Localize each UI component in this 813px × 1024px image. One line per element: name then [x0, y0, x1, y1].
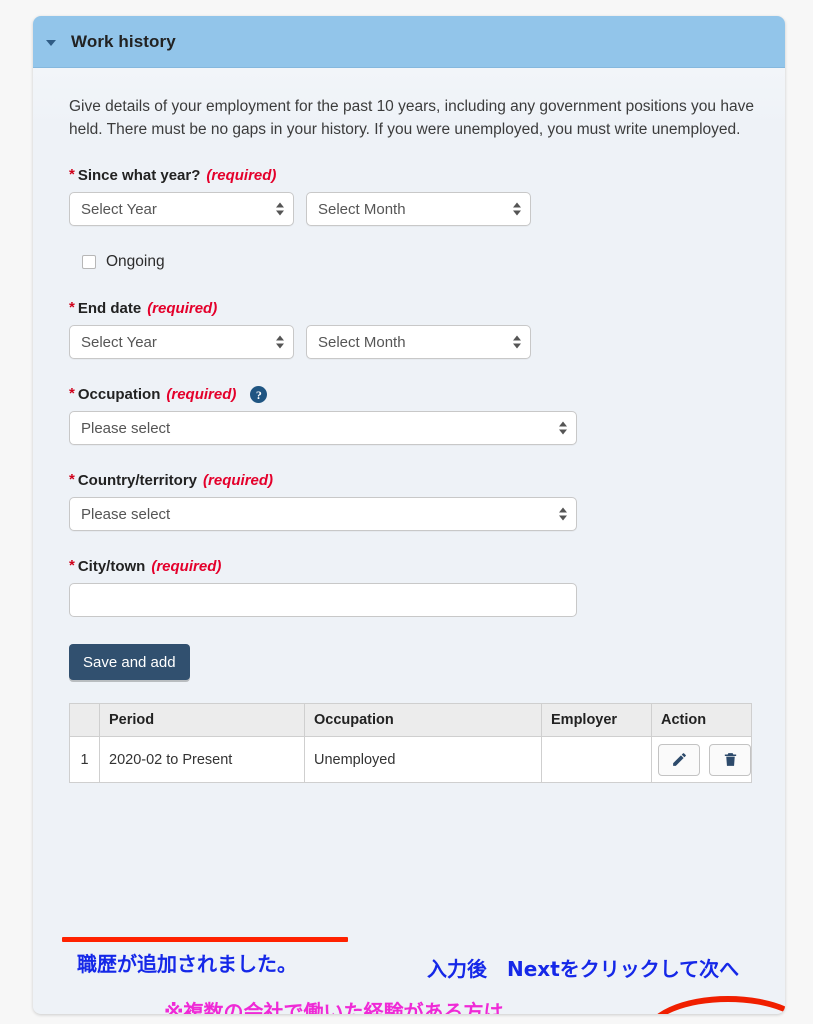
country-label: * Country/territory (required) — [69, 472, 749, 489]
cell-period: 2020-02 to Present — [99, 736, 305, 783]
annotation-after-input: 入力後 Nextをクリックして次へ — [427, 957, 740, 981]
end-date-row: Select Year Select Month — [69, 325, 749, 359]
ongoing-checkbox[interactable] — [82, 255, 96, 269]
annotation-added-note: 職歴が追加されました。 — [77, 952, 297, 976]
column-header-action: Action — [651, 703, 752, 737]
city-row — [69, 583, 749, 617]
caret-down-icon[interactable] — [46, 39, 56, 46]
since-year-required-text: (required) — [206, 167, 277, 184]
end-year-value: Select Year — [81, 333, 157, 351]
panel-header[interactable]: Work history — [33, 16, 785, 68]
occupation-required-text: (required) — [166, 386, 237, 403]
occupation-label-text: Occupation — [77, 386, 161, 403]
since-year-row: Select Year Select Month — [69, 192, 749, 226]
work-history-panel: Work history Give details of your employ… — [33, 16, 785, 1014]
end-date-required-text: (required) — [147, 300, 218, 317]
country-value: Please select — [81, 505, 171, 523]
annotation-multi-company-line1: ※複数の会社で働いた経験がある方は — [164, 1000, 504, 1014]
column-header-index — [69, 703, 100, 737]
column-header-period: Period — [99, 703, 305, 737]
pencil-icon[interactable] — [658, 743, 700, 776]
since-year-select[interactable]: Select Year — [69, 192, 294, 226]
column-header-occupation: Occupation — [304, 703, 542, 737]
work-history-table: Period Occupation Employer Action 1 2020… — [69, 703, 752, 783]
city-label: * City/town (required) — [69, 558, 749, 575]
end-month-select[interactable]: Select Month — [306, 325, 531, 359]
country-label-text: Country/territory — [77, 472, 198, 489]
trash-icon[interactable] — [709, 743, 752, 776]
column-header-employer: Employer — [541, 703, 652, 737]
cell-occupation: Unemployed — [304, 736, 542, 783]
updown-arrows-icon — [276, 202, 284, 216]
ongoing-checkbox-row[interactable]: Ongoing — [82, 253, 749, 271]
end-date-label: * End date (required) — [69, 300, 749, 317]
period-highlight-underline — [62, 937, 348, 942]
city-label-text: City/town — [77, 558, 146, 575]
ongoing-label: Ongoing — [106, 253, 165, 270]
city-required-text: (required) — [151, 558, 222, 575]
end-date-label-text: End date — [77, 300, 142, 317]
updown-arrows-icon — [559, 507, 567, 521]
end-month-value: Select Month — [318, 333, 406, 351]
occupation-row: Please select — [69, 411, 749, 445]
help-question-icon[interactable]: ? — [250, 386, 268, 403]
required-star: * — [69, 299, 75, 316]
intro-text: Give details of your employment for the … — [69, 98, 754, 138]
cell-index: 1 — [69, 736, 100, 783]
updown-arrows-icon — [559, 421, 567, 435]
save-and-add-wrap: Save and add — [69, 644, 749, 680]
cell-employer — [541, 736, 652, 783]
updown-arrows-icon — [513, 202, 521, 216]
country-select[interactable]: Please select — [69, 497, 577, 531]
end-year-select[interactable]: Select Year — [69, 325, 294, 359]
since-year-value: Select Year — [81, 200, 157, 218]
next-button-highlight-circle — [645, 996, 785, 1014]
required-star: * — [69, 385, 75, 402]
since-month-select[interactable]: Select Month — [306, 192, 531, 226]
required-star: * — [69, 166, 75, 183]
since-year-label: * Since what year? (required) — [69, 167, 749, 184]
since-year-label-text: Since what year? — [77, 167, 201, 184]
country-required-text: (required) — [203, 472, 274, 489]
required-star: * — [69, 557, 75, 574]
updown-arrows-icon — [276, 335, 284, 349]
page-title: Work history — [71, 31, 176, 51]
occupation-label: * Occupation (required) ? — [69, 386, 749, 403]
city-input[interactable] — [69, 583, 577, 617]
updown-arrows-icon — [513, 335, 521, 349]
occupation-value: Please select — [81, 419, 171, 437]
occupation-select[interactable]: Please select — [69, 411, 577, 445]
since-month-value: Select Month — [318, 200, 406, 218]
cell-action — [651, 736, 752, 783]
save-and-add-button[interactable]: Save and add — [69, 644, 190, 680]
country-row: Please select — [69, 497, 749, 531]
table-header-row: Period Occupation Employer Action — [69, 703, 752, 737]
panel-body: Give details of your employment for the … — [33, 68, 785, 1014]
table-row: 1 2020-02 to Present Unemployed — [69, 736, 752, 783]
required-star: * — [69, 471, 75, 488]
